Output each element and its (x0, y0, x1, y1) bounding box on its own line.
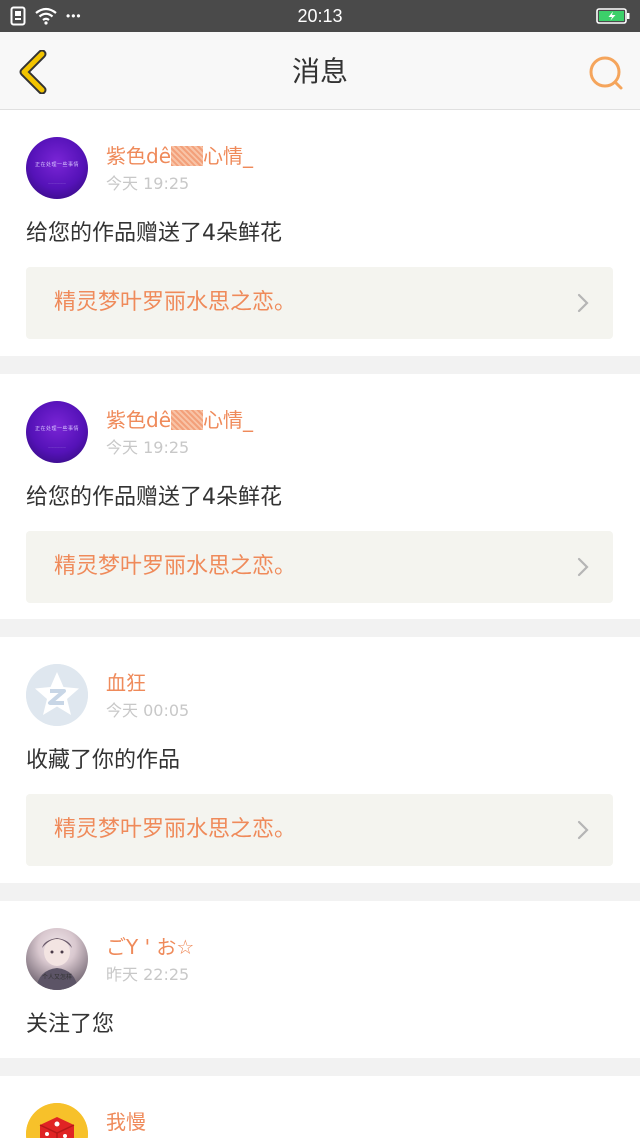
work-title: 精灵梦叶罗丽水思之恋。 (54, 554, 297, 579)
chevron-right-icon (577, 557, 589, 577)
chevron-right-icon (577, 293, 589, 313)
qq-default-avatar-icon (26, 664, 88, 726)
page-title: 消息 (291, 55, 348, 88)
username[interactable]: 紫色dê 心情_ (106, 407, 253, 433)
status-icons: ••• (10, 6, 82, 26)
action-text: 关注了您 (26, 1012, 115, 1037)
message-card: 我慢 (0, 1076, 640, 1138)
status-time: 20:13 (297, 6, 343, 26)
more-dots-icon: ••• (66, 9, 82, 23)
username[interactable]: 血狂 (106, 670, 146, 696)
timestamp: 今天 00:05 (106, 701, 190, 720)
work-link[interactable]: 精灵梦叶罗丽水思之恋。 (26, 531, 613, 603)
avatar[interactable]: 个人又怎样 (26, 928, 88, 990)
search-icon[interactable] (586, 53, 626, 93)
chevron-right-icon (577, 820, 589, 840)
timestamp: 昨天 22:25 (106, 965, 190, 984)
username[interactable]: 紫色dê 心情_ (106, 143, 253, 169)
action-text: 给您的作品赠送了4朵鲜花 (26, 485, 282, 510)
timestamp: 今天 19:25 (106, 438, 190, 457)
wifi-icon (35, 7, 57, 25)
username[interactable]: 我慢 (106, 1109, 146, 1135)
work-title: 精灵梦叶罗丽水思之恋。 (54, 290, 297, 315)
action-text: 给您的作品赠送了4朵鲜花 (26, 221, 282, 246)
message-card: 个人又怎样 ごY ' お☆ 昨天 22:25 关注了您 (0, 901, 640, 1058)
message-card: 血狂 今天 00:05 收藏了你的作品 精灵梦叶罗丽水思之恋。 (0, 637, 640, 883)
avatar[interactable]: 正在处理一些事情 —————— (26, 137, 88, 199)
battery-icon (596, 8, 630, 24)
username[interactable]: ごY ' お☆ (106, 934, 194, 960)
work-link[interactable]: 精灵梦叶罗丽水思之恋。 (26, 794, 613, 866)
message-card: 正在处理一些事情 —————— 紫色dê 心情_ 今天 19:25 给您的作品赠送… (0, 374, 640, 619)
avatar[interactable] (26, 1103, 88, 1138)
dice-icon (26, 1103, 88, 1138)
notification-icon (10, 6, 26, 26)
avatar[interactable] (26, 664, 88, 726)
username-mosaic (171, 410, 203, 430)
action-text: 收藏了你的作品 (26, 748, 181, 773)
header: 消息 (0, 32, 640, 110)
status-bar: ••• 20:13 (0, 0, 640, 32)
timestamp: 今天 19:25 (106, 174, 190, 193)
username-mosaic (171, 146, 203, 166)
avatar[interactable]: 正在处理一些事情 —————— (26, 401, 88, 463)
work-link[interactable]: 精灵梦叶罗丽水思之恋。 (26, 267, 613, 339)
message-card: 正在处理一些事情 —————— 紫色dê 心情_ 今天 19:25 给您的作品赠送… (0, 110, 640, 356)
work-title: 精灵梦叶罗丽水思之恋。 (54, 817, 297, 842)
